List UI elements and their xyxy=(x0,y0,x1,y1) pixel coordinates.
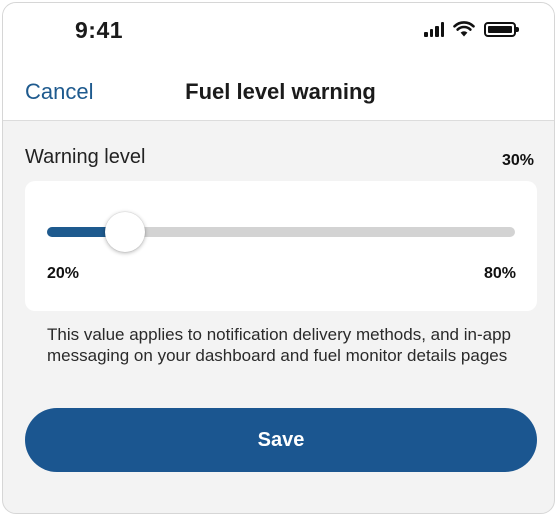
status-bar: 9:41 xyxy=(3,3,554,61)
slider-min-label: 20% xyxy=(47,265,80,282)
status-time: 9:41 xyxy=(75,17,124,43)
slider-max-label: 80% xyxy=(483,265,516,282)
warning-level-value: 30% xyxy=(501,152,534,169)
screen: 9:41 Cancel Fuel level warning Warning l… xyxy=(2,2,555,514)
status-icons xyxy=(424,21,519,37)
help-text: This value applies to notification deliv… xyxy=(47,325,511,365)
warning-level-label: Warning level xyxy=(25,146,146,168)
warning-level-slider[interactable] xyxy=(47,212,515,252)
battery-icon xyxy=(484,21,519,37)
signal-icon xyxy=(424,21,444,37)
save-button[interactable]: Save xyxy=(25,408,537,472)
wifi-icon xyxy=(453,21,475,37)
slider-card: 20% 80% xyxy=(25,181,537,311)
slider-thumb[interactable] xyxy=(105,212,145,252)
nav-header: Cancel Fuel level warning xyxy=(3,61,554,121)
page-title: Fuel level warning xyxy=(185,79,376,104)
